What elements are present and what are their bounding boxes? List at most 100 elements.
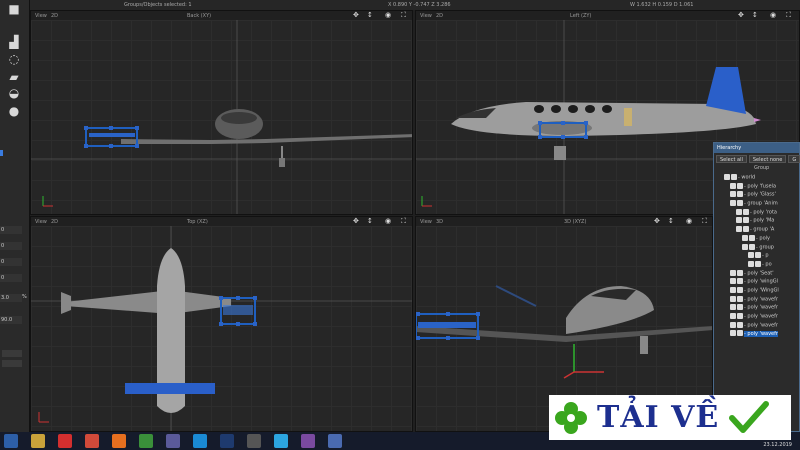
visibility-icon[interactable] <box>736 208 742 215</box>
eye-icon[interactable]: ◉ <box>385 217 391 225</box>
firefox-icon[interactable] <box>112 434 126 448</box>
hierarchy-row[interactable]: - poly <box>714 234 799 244</box>
view-name[interactable]: Back (XY) <box>187 13 211 19</box>
eye-app-icon[interactable] <box>301 434 315 448</box>
group-button[interactable]: G <box>788 155 800 163</box>
pan-icon[interactable]: ✥ <box>738 11 744 19</box>
visibility-icon[interactable] <box>742 234 748 241</box>
view-menu[interactable]: View <box>420 219 432 225</box>
hierarchy-row[interactable]: - po <box>714 260 799 270</box>
visibility-icon[interactable] <box>748 260 754 267</box>
view-mode[interactable]: 2D <box>51 13 58 19</box>
lock-icon[interactable] <box>737 191 743 198</box>
pan-icon[interactable]: ✥ <box>654 217 660 225</box>
lock-icon[interactable] <box>755 260 761 267</box>
skype-icon[interactable] <box>193 434 207 448</box>
visibility-icon[interactable] <box>730 313 736 319</box>
lock-icon[interactable] <box>737 286 743 293</box>
eye-icon[interactable]: ◉ <box>686 217 692 225</box>
visibility-icon[interactable] <box>724 174 730 180</box>
visibility-icon[interactable] <box>730 278 736 285</box>
visibility-icon[interactable] <box>730 295 736 302</box>
panel-button-1[interactable] <box>2 350 22 357</box>
hierarchy-row[interactable]: - poly 'wingGl <box>714 278 799 287</box>
lock-icon[interactable] <box>749 243 755 250</box>
viewport-top[interactable]: View 2D Top (XZ) ✥ ↕ ◉ ⛶ <box>30 216 413 432</box>
hierarchy-row[interactable]: - group <box>714 243 799 253</box>
lock-icon[interactable] <box>737 330 743 337</box>
lock-icon[interactable] <box>743 226 749 233</box>
app-6-icon[interactable] <box>247 434 261 448</box>
windows-6-icon[interactable] <box>4 434 18 448</box>
visibility-icon[interactable] <box>742 243 748 250</box>
hierarchy-row[interactable]: - poly 'wavefr <box>714 304 799 313</box>
maximize-icon[interactable]: ⛶ <box>702 217 707 226</box>
hierarchy-row[interactable]: - poly 'wavefr <box>714 330 799 339</box>
visibility-icon[interactable] <box>730 321 736 328</box>
hierarchy-row[interactable]: - poly 'Ma <box>714 217 799 226</box>
hierarchy-row[interactable]: - poly 'Glass' <box>714 191 799 200</box>
file-manager-icon[interactable] <box>31 434 45 448</box>
lock-icon[interactable] <box>749 234 755 241</box>
lock-icon[interactable] <box>737 200 743 207</box>
lock-icon[interactable] <box>737 313 743 319</box>
maximize-icon[interactable]: ⛶ <box>401 11 406 20</box>
view-name[interactable]: Top (XZ) <box>187 219 208 225</box>
pan-icon[interactable]: ✥ <box>353 217 359 225</box>
lock-icon[interactable] <box>755 252 761 259</box>
select-none-button[interactable]: Select none <box>748 155 787 163</box>
lock-icon[interactable] <box>737 321 743 328</box>
hierarchy-row[interactable]: - poly 'fusela <box>714 182 799 192</box>
photoshop-icon[interactable] <box>220 434 234 448</box>
lasso-icon[interactable]: ◌ <box>6 52 22 66</box>
visibility-icon[interactable] <box>730 182 736 189</box>
view-name[interactable]: Left (ZY) <box>570 13 591 19</box>
visibility-icon[interactable] <box>730 330 736 337</box>
hierarchy-row[interactable]: - group 'A <box>714 226 799 235</box>
lock-icon[interactable] <box>743 217 749 224</box>
material-icon[interactable]: ◒ <box>6 86 22 100</box>
hierarchy-row[interactable]: - poly 'wavefr <box>714 295 799 305</box>
opera-icon[interactable] <box>58 434 72 448</box>
lock-icon[interactable] <box>737 295 743 302</box>
hierarchy-row[interactable]: - group 'Anim <box>714 200 799 209</box>
lock-icon[interactable] <box>737 269 743 276</box>
view-mode[interactable]: 2D <box>51 219 58 225</box>
eye-icon[interactable]: ◉ <box>385 11 391 19</box>
lock-icon[interactable] <box>737 278 743 285</box>
param-field-3[interactable]: 0 <box>0 258 22 266</box>
zoom-icon[interactable]: ↕ <box>752 11 758 19</box>
maximize-icon[interactable]: ⛶ <box>401 217 406 226</box>
param-field-4[interactable]: 0 <box>0 274 22 282</box>
param-field-6[interactable]: 90.0 <box>0 316 22 324</box>
pan-icon[interactable]: ✥ <box>353 11 359 19</box>
eye-icon[interactable]: ◉ <box>770 11 776 19</box>
visibility-icon[interactable] <box>736 226 742 233</box>
hierarchy-row[interactable]: - poly 'rota <box>714 208 799 218</box>
visibility-icon[interactable] <box>736 217 742 224</box>
lock-icon[interactable] <box>743 208 749 215</box>
plane-icon[interactable]: ▰ <box>6 70 22 84</box>
zoom-icon[interactable]: ↕ <box>367 11 373 19</box>
select-all-button[interactable]: Select all <box>716 155 747 163</box>
param-field-5[interactable]: 3.0 <box>0 294 22 302</box>
hierarchy-row[interactable]: - poly 'WingGl <box>714 286 799 296</box>
media-player-icon[interactable] <box>85 434 99 448</box>
view-menu[interactable]: View <box>35 219 47 225</box>
panel-button-2[interactable] <box>2 360 22 367</box>
visibility-icon[interactable] <box>730 200 736 207</box>
light-icon[interactable]: ● <box>6 104 22 118</box>
modeler-icon[interactable] <box>328 434 342 448</box>
maximize-icon[interactable]: ⛶ <box>786 11 791 20</box>
visibility-icon[interactable] <box>730 304 736 311</box>
chrome-icon[interactable] <box>139 434 153 448</box>
viewport-back[interactable]: View 2D Back (XY) ✥ ↕ ◉ ⛶ <box>30 10 413 215</box>
param-field-1[interactable]: 0 <box>0 226 22 234</box>
lock-icon[interactable] <box>731 174 737 180</box>
lock-icon[interactable] <box>737 304 743 311</box>
floppy-icon[interactable] <box>166 434 180 448</box>
view-menu[interactable]: View <box>420 13 432 19</box>
visibility-icon[interactable] <box>730 286 736 293</box>
brush-icon[interactable]: ▟ <box>6 35 22 49</box>
hierarchy-row[interactable]: - poly 'wavefr <box>714 313 799 322</box>
